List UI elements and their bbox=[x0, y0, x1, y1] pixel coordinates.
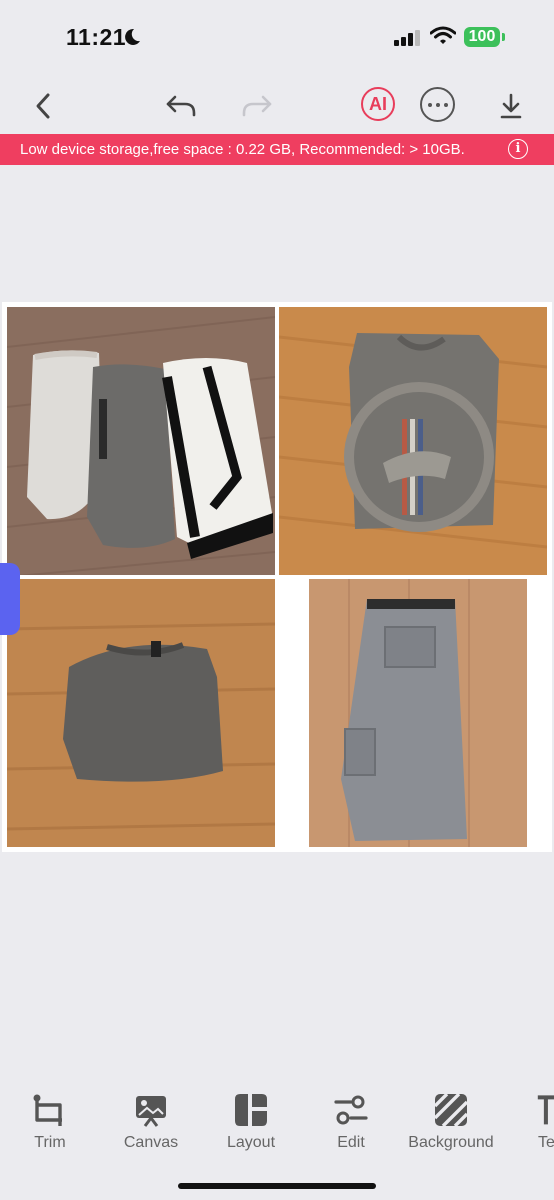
cargo-shorts-photo[interactable] bbox=[279, 579, 547, 847]
text-icon bbox=[537, 1095, 554, 1125]
pattern-icon bbox=[433, 1092, 469, 1128]
mustang-tshirt-image bbox=[279, 307, 547, 575]
side-drawer-handle[interactable] bbox=[0, 563, 20, 635]
low-storage-banner: Low device storage,free space : 0.22 GB,… bbox=[0, 134, 554, 165]
ellipsis-dot bbox=[443, 102, 448, 107]
shorts-group-image bbox=[7, 307, 275, 575]
redo-button[interactable] bbox=[239, 80, 275, 132]
cargo-shorts-image bbox=[309, 579, 527, 847]
info-icon[interactable]: i bbox=[508, 139, 528, 159]
status-bar: 11:21 100 bbox=[0, 0, 554, 76]
battery-indicator: 100 bbox=[464, 27, 500, 47]
gray-sweater-image bbox=[7, 579, 275, 847]
home-indicator bbox=[178, 1183, 376, 1189]
tool-label: Layout bbox=[226, 1134, 276, 1151]
ellipsis-dot bbox=[435, 102, 440, 107]
status-time: 11:21 bbox=[66, 24, 127, 50]
canvas-icon bbox=[136, 1096, 166, 1127]
ellipsis-icon bbox=[427, 102, 432, 107]
wifi-icon bbox=[430, 26, 456, 44]
more-options-button[interactable] bbox=[420, 87, 455, 122]
layout-icon bbox=[235, 1094, 267, 1126]
tool-trim[interactable]: Trim bbox=[0, 1088, 100, 1152]
sliders-icon bbox=[334, 1095, 368, 1125]
cellular-signal-icon bbox=[394, 30, 420, 46]
download-icon bbox=[500, 93, 522, 119]
banner-text: Low device storage,free space : 0.22 GB,… bbox=[20, 141, 465, 158]
tool-label: Trim bbox=[34, 1134, 66, 1151]
ai-button[interactable]: AI bbox=[361, 87, 395, 121]
tool-label: Background bbox=[408, 1134, 494, 1151]
collage-canvas[interactable] bbox=[2, 302, 552, 852]
gray-sweater-photo[interactable] bbox=[7, 579, 275, 847]
tool-label: Canvas bbox=[123, 1134, 179, 1151]
chevron-left-icon bbox=[36, 93, 50, 119]
tool-edit[interactable]: Edit bbox=[301, 1088, 401, 1152]
tool-text[interactable]: Te bbox=[502, 1088, 554, 1152]
undo-icon bbox=[166, 95, 196, 117]
tool-background[interactable]: Background bbox=[401, 1088, 501, 1152]
tool-label: Te bbox=[538, 1134, 554, 1151]
undo-button[interactable] bbox=[163, 80, 199, 132]
bottom-toolbar: Trim Canvas Layout Edit Background Te bbox=[0, 1088, 554, 1168]
shorts-group-photo[interactable] bbox=[7, 307, 275, 575]
tool-label: Edit bbox=[337, 1134, 365, 1151]
crop-icon bbox=[33, 1094, 62, 1126]
battery-tip bbox=[502, 33, 505, 41]
mustang-tshirt-photo[interactable] bbox=[279, 307, 547, 575]
redo-icon bbox=[242, 95, 272, 117]
download-button[interactable] bbox=[496, 80, 526, 132]
moon-icon bbox=[125, 28, 140, 45]
back-button[interactable] bbox=[26, 80, 60, 132]
tool-layout[interactable]: Layout bbox=[201, 1088, 301, 1152]
tool-canvas[interactable]: Canvas bbox=[101, 1088, 201, 1152]
